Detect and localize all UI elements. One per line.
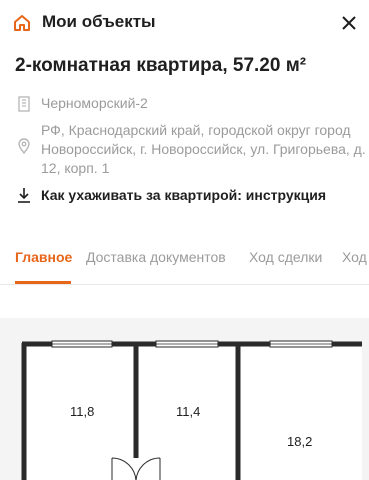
top-bar: Мои объекты xyxy=(0,0,369,44)
tab-main[interactable]: Главное xyxy=(15,249,72,265)
floor-plan: 11,8 11,4 18,2 xyxy=(0,318,369,480)
room-area-label: 11,4 xyxy=(176,404,201,419)
complex-row: Черноморский-2 xyxy=(15,95,148,113)
download-icon xyxy=(15,186,33,204)
complex-name: Черноморский-2 xyxy=(41,95,148,111)
tab-deal-progress[interactable]: Ход сделки xyxy=(249,249,322,265)
more-options-icon[interactable] xyxy=(338,12,360,34)
page-title: Мои объекты xyxy=(42,12,156,31)
location-pin-icon xyxy=(15,137,33,155)
building-icon xyxy=(15,95,33,113)
address-row: РФ, Краснодарский край, городской округ … xyxy=(15,121,369,178)
instruction-link-label[interactable]: Как ухаживать за квартирой: инструкция xyxy=(41,186,326,205)
room-area-label: 11,8 xyxy=(70,404,95,419)
instruction-link[interactable]: Как ухаживать за квартирой: инструкция xyxy=(15,186,326,205)
tab-document-delivery[interactable]: Доставка документов xyxy=(86,249,226,265)
property-title: 2-комнатная квартира, 57.20 м² xyxy=(15,55,307,76)
tab-bar: Главное Доставка документов Ход сделки Х… xyxy=(0,236,369,285)
tab-more[interactable]: Ход xyxy=(342,249,367,265)
active-tab-indicator xyxy=(15,281,71,284)
room-area-label: 18,2 xyxy=(287,434,313,449)
address-text: РФ, Краснодарский край, городской округ … xyxy=(41,122,366,176)
home-icon[interactable] xyxy=(12,13,32,33)
floor-plan-drawing xyxy=(21,340,362,480)
